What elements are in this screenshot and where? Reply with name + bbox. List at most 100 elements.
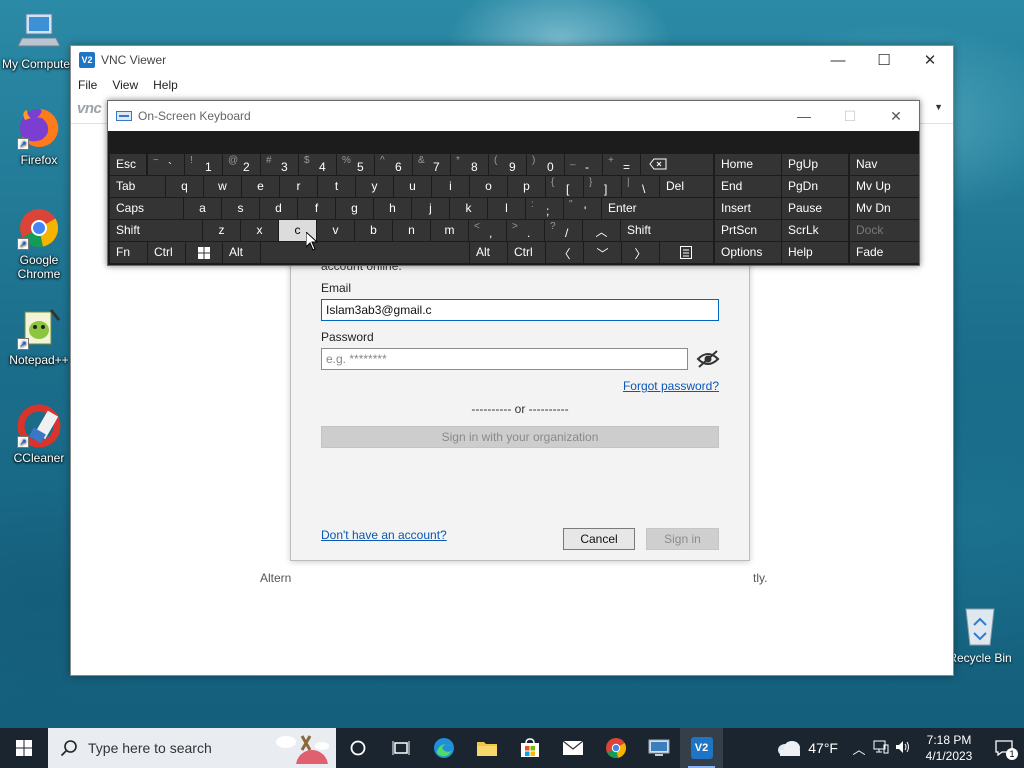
key-6[interactable]: ^ 6 <box>375 154 412 175</box>
desktop-icon-firefox[interactable]: ↗ Firefox <box>1 106 77 167</box>
show-hidden-icons-chevron-up-icon[interactable]: ︿ <box>848 739 870 758</box>
key-right-alt[interactable]: Alt <box>470 242 507 263</box>
sign-in-button[interactable]: Sign in <box>646 528 719 550</box>
notification-center-button[interactable]: 1 <box>984 728 1024 768</box>
key-8[interactable]: * 8 <box>451 154 488 175</box>
key-4[interactable]: $4 <box>299 154 336 175</box>
key-l[interactable]: l <box>488 198 525 219</box>
key-pgup[interactable]: PgUp <box>782 154 848 175</box>
key-home[interactable]: Home <box>715 154 781 175</box>
key-j[interactable]: j <box>412 198 449 219</box>
menu-file[interactable]: File <box>78 78 97 92</box>
create-account-link[interactable]: Don't have an account? <box>321 528 447 542</box>
key-u[interactable]: u <box>394 176 431 197</box>
key-v[interactable]: v <box>317 220 354 241</box>
key-arrow-right[interactable]: 〉 <box>622 242 659 263</box>
key-right-ctrl[interactable]: Ctrl <box>508 242 545 263</box>
desktop-icon-my-computer[interactable]: My Computer <box>0 10 76 71</box>
key-f[interactable]: f <box>298 198 335 219</box>
osk-close-button[interactable]: ✕ <box>873 101 919 131</box>
key-x[interactable]: x <box>241 220 278 241</box>
desktop-icon-google-chrome[interactable]: ↗ Google Chrome <box>1 206 77 281</box>
key-pgdn[interactable]: PgDn <box>782 176 848 197</box>
key-left-shift[interactable]: Shift <box>110 220 202 241</box>
key-n[interactable]: n <box>393 220 430 241</box>
key-options[interactable]: Options <box>715 242 781 263</box>
taskbar-mail[interactable] <box>551 728 594 768</box>
key-arrow-up[interactable]: ︿ <box>583 220 620 241</box>
key-t[interactable]: t <box>318 176 355 197</box>
key-b[interactable]: b <box>355 220 392 241</box>
key-slash[interactable]: ? / <box>545 220 582 241</box>
key-backslash[interactable]: | \ <box>622 176 659 197</box>
key-d[interactable]: d <box>260 198 297 219</box>
taskbar-search-box[interactable]: Type here to search <box>48 728 336 768</box>
key-quote[interactable]: " ' <box>564 198 601 219</box>
key-windows[interactable] <box>186 242 222 263</box>
key-z[interactable]: z <box>203 220 240 241</box>
chevron-down-icon[interactable]: ▼ <box>934 102 943 112</box>
key-7[interactable]: & 7 <box>413 154 450 175</box>
key-help[interactable]: Help <box>782 242 848 263</box>
key-tab[interactable]: Tab <box>110 176 165 197</box>
key-del[interactable]: Del <box>660 176 713 197</box>
key-equals[interactable]: + = <box>603 154 640 175</box>
key-fade[interactable]: Fade <box>850 242 919 263</box>
taskbar-remote-desktop[interactable] <box>637 728 680 768</box>
key-1[interactable]: ! 1 <box>185 154 222 175</box>
osk-minimize-button[interactable]: — <box>781 101 827 131</box>
key-period[interactable]: >. <box>507 220 544 241</box>
network-icon[interactable] <box>870 740 892 757</box>
taskbar-vnc-viewer[interactable]: V2 <box>680 728 723 768</box>
key-5[interactable]: % 5 <box>337 154 374 175</box>
osk-titlebar[interactable]: On-Screen Keyboard — ☐ ✕ <box>108 101 919 131</box>
key-caps[interactable]: Caps <box>110 198 183 219</box>
key-prtscn[interactable]: PrtScn <box>715 220 781 241</box>
taskbar-chrome[interactable] <box>594 728 637 768</box>
task-view-button[interactable] <box>379 728 422 768</box>
key-space[interactable] <box>261 242 469 263</box>
key-end[interactable]: End <box>715 176 781 197</box>
key-left-bracket[interactable]: {[ <box>546 176 583 197</box>
key-arrow-left[interactable]: 〈 <box>546 242 583 263</box>
clock[interactable]: 7:18 PM 4/1/2023 <box>914 732 984 764</box>
menu-view[interactable]: View <box>112 78 138 92</box>
key-minus[interactable]: _ - <box>565 154 602 175</box>
cortana-button[interactable] <box>336 728 379 768</box>
key-s[interactable]: s <box>222 198 259 219</box>
desktop-icon-ccleaner[interactable]: ↗ CCleaner <box>1 404 77 465</box>
minimize-button[interactable]: — <box>815 46 861 74</box>
key-y[interactable]: y <box>356 176 393 197</box>
maximize-button[interactable]: ☐ <box>861 46 907 74</box>
key-k[interactable]: k <box>450 198 487 219</box>
key-i[interactable]: i <box>432 176 469 197</box>
key-arrow-down[interactable]: ﹀ <box>584 242 621 263</box>
taskbar-edge[interactable] <box>422 728 465 768</box>
key-9[interactable]: (9 <box>489 154 526 175</box>
key-o[interactable]: o <box>470 176 507 197</box>
key-2[interactable]: @2 <box>223 154 260 175</box>
key-0[interactable]: ) 0 <box>527 154 564 175</box>
key-g[interactable]: g <box>336 198 373 219</box>
taskbar-file-explorer[interactable] <box>465 728 508 768</box>
key-fn[interactable]: Fn <box>110 242 147 263</box>
weather-widget[interactable]: 47°F <box>776 739 838 757</box>
password-field[interactable] <box>321 348 688 370</box>
key-backspace[interactable] <box>641 154 713 175</box>
window-titlebar[interactable]: V2 VNC Viewer — ☐ ✕ <box>71 46 953 74</box>
key-comma[interactable]: <, <box>469 220 506 241</box>
start-button[interactable] <box>0 728 48 768</box>
key-e[interactable]: e <box>242 176 279 197</box>
sign-in-organization-button[interactable]: Sign in with your organization <box>321 426 719 448</box>
key-context-menu[interactable] <box>660 242 713 263</box>
menu-help[interactable]: Help <box>153 78 178 92</box>
cancel-button[interactable]: Cancel <box>563 528 635 550</box>
taskbar-microsoft-store[interactable] <box>508 728 551 768</box>
key-esc[interactable]: Esc <box>110 154 146 175</box>
close-button[interactable]: ✕ <box>907 46 953 74</box>
desktop-icon-notepad-plus-plus[interactable]: ↗ Notepad++ <box>1 306 77 367</box>
key-p[interactable]: p <box>508 176 545 197</box>
key-backtick[interactable]: ~ ` <box>148 154 184 175</box>
key-left-alt[interactable]: Alt <box>223 242 260 263</box>
volume-icon[interactable] <box>892 740 914 757</box>
